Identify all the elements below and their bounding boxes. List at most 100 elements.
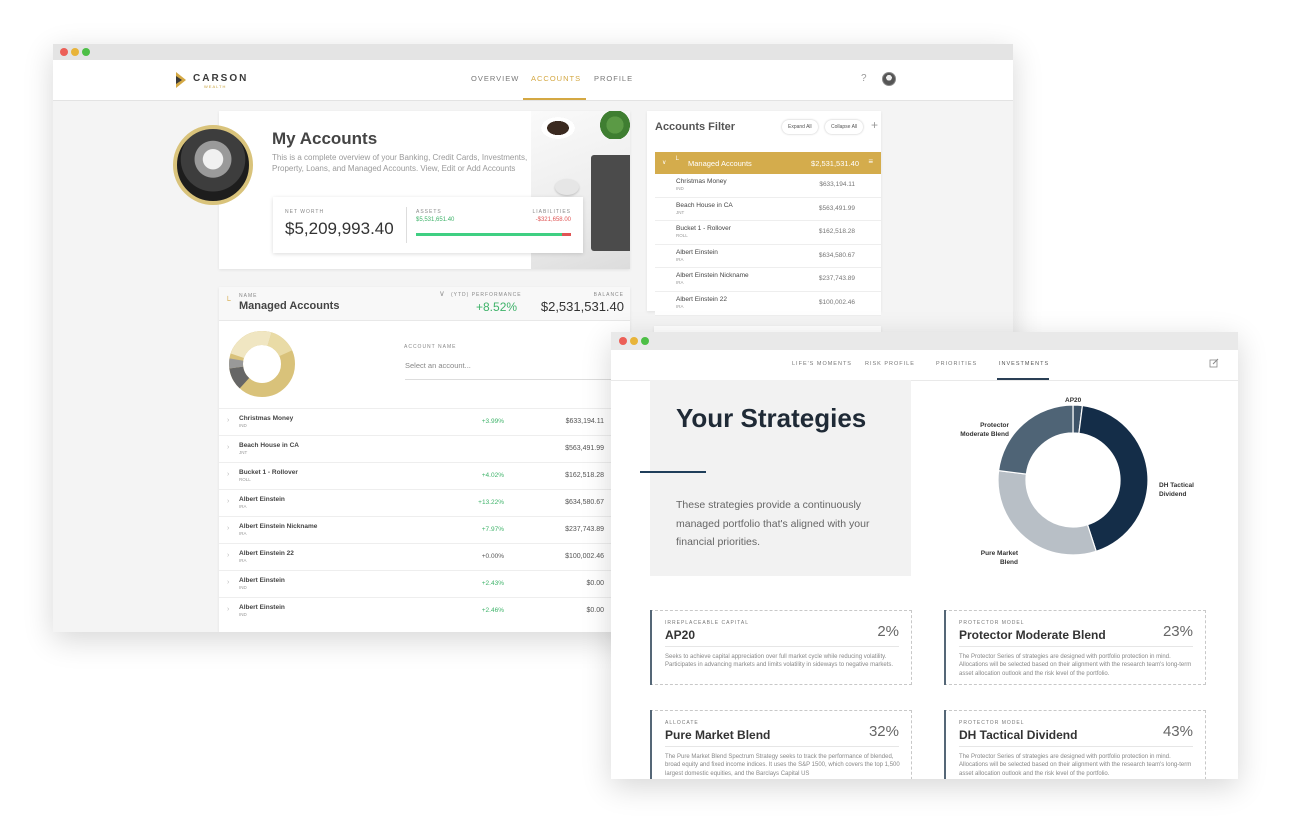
account-performance: +2.46%	[481, 607, 504, 614]
account-performance: +3.99%	[481, 418, 504, 425]
chevron-down-icon[interactable]: ∨	[439, 289, 445, 298]
edit-icon[interactable]	[1209, 358, 1219, 368]
account-balance: $633,194.11	[565, 418, 604, 425]
account-balance: $162,518.28	[818, 228, 855, 236]
tab-investments[interactable]: INVESTMENTS	[999, 361, 1049, 367]
strategies-donut-chart	[997, 404, 1149, 556]
account-balance: $237,743.89	[565, 526, 604, 533]
donut-slice[interactable]	[997, 469, 1097, 556]
strategy-card[interactable]: PROTECTOR MODEL DH Tactical Dividend 43% Th…	[944, 710, 1206, 779]
filter-group-name: Managed Accounts	[688, 159, 752, 168]
strategy-percent: 2%	[877, 623, 899, 640]
strategy-card[interactable]: IRREPLACEABLE CAPITAL AP20 2% Seeks to achi…	[650, 610, 912, 685]
tab-accounts[interactable]: ACCOUNTS	[531, 74, 581, 83]
strategy-name: DH Tactical Dividend	[959, 728, 1078, 742]
help-icon[interactable]: ?	[861, 73, 867, 84]
strategy-percent: 32%	[868, 723, 899, 740]
list-item[interactable]: Albert Einstein 22 IRA $100,002.46	[655, 291, 881, 316]
table-row[interactable]: › Albert Einstein 22 IRA +0.00% $100,002.46	[219, 543, 630, 570]
expand-all-button[interactable]: Expand All	[782, 120, 818, 134]
performance-value: +8.52%	[476, 300, 518, 314]
logo-subtext: WEALTH	[204, 84, 227, 89]
tab-priorities[interactable]: PRIORITIES	[936, 361, 977, 367]
chevron-right-icon[interactable]: ›	[227, 471, 229, 478]
account-name: Albert Einstein 22	[239, 550, 294, 557]
account-type: IND	[676, 186, 684, 191]
account-performance: +7.97%	[481, 526, 504, 533]
tab-profile[interactable]: PROFILE	[594, 74, 633, 83]
table-row[interactable]: › Beach House in CA JNT $563,491.99	[219, 435, 630, 462]
account-type: IND	[239, 612, 247, 617]
maximize-window-button[interactable]	[641, 337, 649, 345]
account-name: Albert Einstein Nickname	[676, 272, 749, 280]
assets-label: ASSETS	[416, 209, 442, 215]
divider	[406, 207, 407, 243]
account-name: Beach House in CA	[676, 201, 733, 209]
filter-title: Accounts Filter	[655, 121, 736, 133]
minimize-window-button[interactable]	[630, 337, 638, 345]
assets-bar-fill	[416, 233, 563, 236]
menu-icon[interactable]: ≡	[868, 157, 873, 166]
table-row[interactable]: › Albert Einstein IND +2.46% $0.00	[219, 597, 630, 624]
chevron-right-icon[interactable]: ›	[227, 579, 229, 586]
account-select[interactable]: Select an account...	[405, 361, 613, 380]
strategy-card[interactable]: ALLOCATE Pure Market Blend 32% The Pure Mar…	[650, 710, 912, 779]
account-name: Bucket 1 - Rollover	[676, 225, 731, 233]
close-window-button[interactable]	[619, 337, 627, 345]
net-worth-value: $5,209,993.40	[285, 219, 394, 238]
list-item[interactable]: Beach House in CA JNT $563,491.99	[655, 197, 881, 222]
table-row[interactable]: › Albert Einstein Nickname IRA +7.97% $237,7…	[219, 516, 630, 543]
table-row[interactable]: › Bucket 1 - Rollover ROLL +4.02% $162,518.2…	[219, 462, 630, 489]
account-name: Albert Einstein Nickname	[239, 523, 318, 530]
close-window-button[interactable]	[60, 48, 68, 56]
chevron-right-icon[interactable]: ›	[227, 606, 229, 613]
logo-text: CARSON	[193, 73, 249, 84]
managed-accounts-header[interactable]: └ NAME Managed Accounts ∨ (YTD) PERFORMA…	[219, 287, 630, 321]
account-type: IND	[239, 585, 247, 590]
list-item[interactable]: Albert Einstein Nickname IRA $237,743.89	[655, 268, 881, 292]
table-row[interactable]: › Albert Einstein IRA +13.22% $634,580.67	[219, 489, 630, 516]
account-balance: $162,518.28	[565, 472, 604, 479]
tab-lifes-moments[interactable]: LIFE'S MOMENTS	[792, 361, 852, 367]
chevron-right-icon[interactable]: ›	[227, 417, 229, 424]
assets-liabilities-bar	[416, 233, 571, 236]
strategy-card[interactable]: PROTECTOR MODEL Protector Moderate Blend 2…	[944, 610, 1206, 685]
collapse-all-button[interactable]: Collapse All	[825, 120, 864, 134]
tab-risk-profile[interactable]: RISK PROFILE	[865, 361, 915, 367]
chevron-right-icon[interactable]: ›	[227, 552, 229, 559]
chevron-right-icon[interactable]: ›	[227, 525, 229, 532]
table-row[interactable]: › Christmas Money IND +3.99% $633,194.11	[219, 408, 630, 435]
assets-value: $5,531,651.40	[416, 217, 455, 223]
strategies-title: Your Strategies	[676, 403, 867, 433]
managed-accounts-card: └ NAME Managed Accounts ∨ (YTD) PERFORMA…	[219, 287, 630, 632]
chevron-right-icon[interactable]: ›	[227, 444, 229, 451]
tab-overview[interactable]: OVERVIEW	[471, 74, 519, 83]
add-icon[interactable]: +	[871, 118, 878, 132]
donut-label-dh-tactical: DH Tactical Dividend	[1159, 482, 1194, 498]
card-accent	[650, 610, 652, 685]
list-item[interactable]: Bucket 1 - Rollover ROLL $162,518.28	[655, 221, 881, 245]
user-avatar[interactable]	[882, 72, 896, 86]
account-name: Beach House in CA	[239, 442, 299, 449]
profile-portrait[interactable]	[173, 125, 253, 205]
minimize-window-button[interactable]	[71, 48, 79, 56]
account-type: JNT	[239, 450, 248, 455]
donut-slice[interactable]	[997, 404, 1074, 475]
strategy-category: IRREPLACEABLE CAPITAL	[665, 620, 749, 626]
account-balance: $633,194.11	[819, 181, 855, 188]
table-row[interactable]: › Albert Einstein IND +2.43% $0.00	[219, 570, 630, 597]
strategy-description: The Protector Series of strategies are d…	[959, 754, 1192, 777]
chevron-right-icon[interactable]: ›	[227, 498, 229, 505]
list-item[interactable]: Albert Einstein IRA $634,580.67	[655, 244, 881, 269]
strategies-intro: Your Strategies These strategies provide…	[640, 380, 911, 576]
laptop-image	[591, 155, 630, 251]
filter-group-managed-accounts[interactable]: ∨ └ Managed Accounts $2,531,531.40 ≡	[655, 152, 881, 174]
strategy-description: The Protector Series of strategies are d…	[959, 654, 1192, 677]
account-performance: +13.22%	[478, 499, 504, 506]
strategies-nav: LIFE'S MOMENTS RISK PROFILE PRIORITIES I…	[611, 350, 1238, 381]
strategy-percent: 23%	[1162, 623, 1193, 640]
maximize-window-button[interactable]	[82, 48, 90, 56]
list-item[interactable]: Christmas Money IND $633,194.11	[655, 174, 881, 198]
managed-accounts-list: › Christmas Money IND +3.99% $633,194.11 › Bea…	[219, 408, 630, 624]
donut-label-pure-market: Pure Market Blend	[980, 550, 1018, 566]
